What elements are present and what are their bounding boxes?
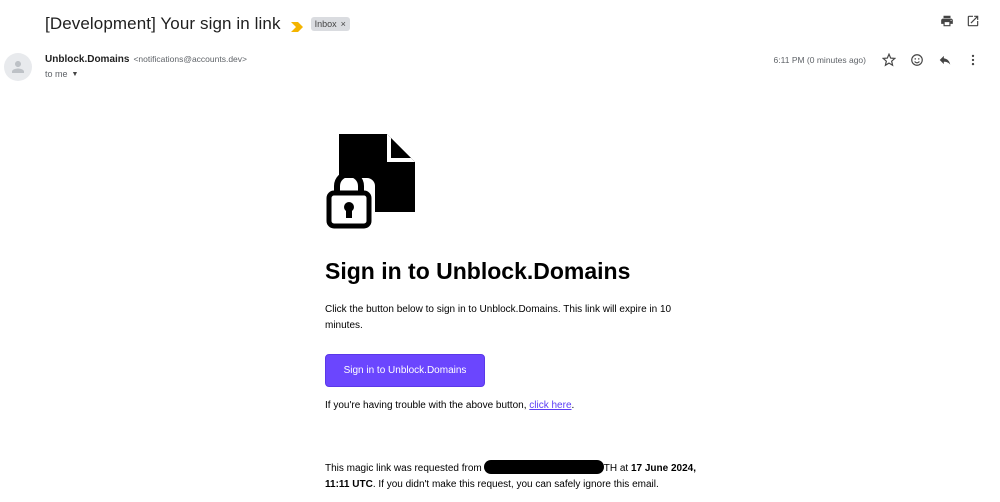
recipient-label: to me — [45, 69, 68, 79]
sender-email: <notifications@accounts.dev> — [133, 54, 247, 64]
trouble-prefix: If you're having trouble with the above … — [325, 400, 530, 411]
recipient-row[interactable]: to me ▼ — [45, 69, 78, 79]
person-icon — [12, 61, 24, 73]
importance-marker-icon[interactable] — [290, 19, 303, 32]
top-actions — [940, 14, 980, 28]
timestamp: 6:11 PM (0 minutes ago) — [773, 55, 866, 65]
email-subject: [Development] Your sign in link — [45, 14, 281, 33]
sign-in-button[interactable]: Sign in to Unblock.Domains — [325, 354, 485, 387]
star-icon[interactable] — [882, 53, 896, 67]
footer-part3: . If you didn't make this request, you c… — [372, 479, 659, 490]
message-meta: 6:11 PM (0 minutes ago) — [774, 53, 980, 67]
reply-icon[interactable] — [938, 53, 952, 67]
sender-name[interactable]: Unblock.Domains — [45, 54, 129, 65]
message-actions — [882, 53, 980, 67]
footer-text: This magic link was requested from TH at … — [325, 460, 715, 493]
document-lock-icon — [325, 134, 415, 229]
sender-row: Unblock.Domains <notifications@accounts.… — [45, 54, 247, 65]
subject-row: [Development] Your sign in link Inbox × — [45, 12, 350, 36]
open-in-new-icon[interactable] — [966, 14, 980, 28]
print-icon[interactable] — [940, 14, 954, 28]
intro-text: Click the button below to sign in to Unb… — [325, 304, 672, 331]
email-headline: Sign in to Unblock.Domains — [325, 258, 631, 284]
sender-avatar[interactable] — [4, 53, 32, 81]
chevron-down-icon[interactable]: ▼ — [72, 71, 79, 78]
inbox-label-text: Inbox — [314, 19, 337, 29]
redaction-mark — [483, 460, 604, 474]
remove-label-button[interactable]: × — [341, 19, 346, 29]
inbox-label-chip[interactable]: Inbox × — [310, 17, 350, 31]
footer-part1: This magic link was requested from — [325, 463, 482, 474]
trouble-text: If you're having trouble with the above … — [325, 400, 574, 411]
emoji-icon[interactable] — [910, 53, 924, 67]
more-vert-icon[interactable] — [966, 53, 980, 67]
click-here-link[interactable]: click here — [529, 400, 571, 411]
footer-part2: TH at — [603, 463, 631, 474]
trouble-suffix: . — [571, 400, 575, 411]
